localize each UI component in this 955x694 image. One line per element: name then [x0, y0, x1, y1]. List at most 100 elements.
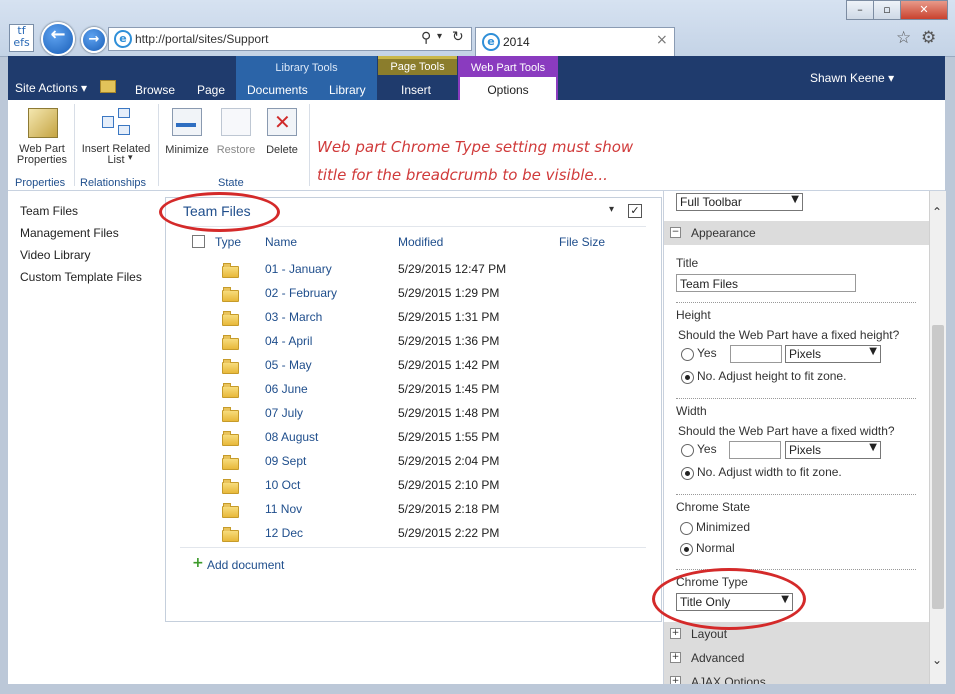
back-arrow-icon[interactable]: ←	[41, 22, 75, 56]
ribbon-tabs: Site Actions ▾ Browse Page Library Tools…	[8, 56, 945, 100]
height-no-radio[interactable]	[681, 371, 694, 384]
delete-button[interactable]: ✕ Delete	[259, 108, 305, 158]
dropdown-arrow-icon[interactable]: ▾	[437, 31, 442, 42]
search-icon[interactable]: ⚲	[421, 30, 431, 46]
toolbar-type-select[interactable]: Full Toolbar ▼	[676, 193, 803, 211]
tab-close-icon[interactable]: ×	[656, 32, 668, 48]
address-bar[interactable]: e http://portal/sites/Support ⚲ ▾ ↻	[108, 27, 472, 51]
minimize-button[interactable]: Minimize	[164, 108, 210, 158]
tab-library[interactable]: Library	[329, 83, 366, 97]
row-name[interactable]: 07 July	[265, 406, 303, 420]
ajax-section-header[interactable]: + AJAX Options	[664, 670, 929, 684]
row-modified: 5/29/2015 1:29 PM	[398, 286, 500, 300]
folder-icon	[222, 263, 239, 278]
favorites-star-icon[interactable]: ☆	[896, 28, 911, 48]
chrome-state-normal-radio[interactable]	[680, 543, 693, 556]
vertical-scrollbar[interactable]: ⌃ ⌄	[929, 191, 946, 684]
tab-options: Options	[487, 83, 529, 97]
height-value-input[interactable]	[730, 345, 782, 363]
width-yes-radio[interactable]	[681, 444, 694, 457]
site-actions-label: Site Actions	[15, 81, 78, 95]
scroll-down-icon[interactable]: ⌄	[932, 653, 942, 667]
tab-page[interactable]: Page	[197, 83, 225, 97]
table-row[interactable]: 01 - January 5/29/2015 12:47 PM	[166, 261, 656, 281]
folder-icon	[222, 431, 239, 446]
close-window-icon[interactable]: ✕	[900, 0, 948, 20]
ie-icon: e	[114, 30, 132, 48]
advanced-section-header[interactable]: + Advanced	[664, 646, 929, 670]
table-row[interactable]: 02 - February 5/29/2015 1:29 PM	[166, 285, 656, 305]
row-name[interactable]: 03 - March	[265, 310, 322, 324]
row-name[interactable]: 06 June	[265, 382, 308, 396]
add-document-link[interactable]: Add document	[207, 558, 284, 572]
ie-icon: e	[482, 33, 500, 51]
row-name[interactable]: 10 Oct	[265, 478, 300, 492]
title-input[interactable]: Team Files	[676, 274, 856, 292]
tab-documents[interactable]: Documents	[247, 83, 308, 97]
row-name[interactable]: 04 - April	[265, 334, 312, 348]
refresh-icon[interactable]: ↻	[452, 29, 464, 45]
title-label: Title	[676, 256, 699, 270]
web-part-select-checkbox[interactable]: ✓	[628, 204, 642, 218]
row-name[interactable]: 05 - May	[265, 358, 312, 372]
table-row[interactable]: 04 - April 5/29/2015 1:36 PM	[166, 333, 656, 353]
toolbar-type-value: Full Toolbar	[680, 195, 742, 209]
user-menu[interactable]: Shawn Keene ▾	[810, 71, 894, 85]
row-name[interactable]: 08 August	[265, 430, 318, 444]
table-row[interactable]: 10 Oct 5/29/2015 2:10 PM	[166, 477, 656, 497]
maximize-window-icon[interactable]: ▫	[873, 0, 901, 20]
scroll-thumb[interactable]	[932, 325, 944, 609]
gear-icon[interactable]: ⚙	[921, 28, 936, 48]
table-row[interactable]: 11 Nov 5/29/2015 2:18 PM	[166, 501, 656, 521]
table-row[interactable]: 12 Dec 5/29/2015 2:22 PM	[166, 525, 656, 545]
folder-icon	[222, 503, 239, 518]
row-name[interactable]: 12 Dec	[265, 526, 303, 540]
tab-insert[interactable]: Insert	[401, 83, 431, 97]
insert-related-list-button[interactable]: Insert Related List ▾	[78, 108, 154, 170]
width-value-input[interactable]	[729, 441, 781, 459]
folder-icon	[222, 455, 239, 470]
table-row[interactable]: 09 Sept 5/29/2015 2:04 PM	[166, 453, 656, 473]
group-relationships: Relationships	[80, 177, 147, 189]
row-name[interactable]: 02 - February	[265, 286, 337, 300]
highlight-ellipse-chrome-type	[652, 568, 806, 630]
chrome-state-minimized-radio[interactable]	[680, 522, 693, 535]
navigate-up-icon[interactable]	[100, 80, 116, 93]
appearance-section-header[interactable]: − Appearance	[664, 221, 929, 245]
row-name[interactable]: 11 Nov	[265, 502, 302, 516]
table-row[interactable]: 07 July 5/29/2015 1:48 PM	[166, 405, 656, 425]
row-name[interactable]: 09 Sept	[265, 454, 306, 468]
height-yes-radio[interactable]	[681, 348, 694, 361]
web-part-menu-icon[interactable]: ▾	[609, 204, 614, 215]
width-no-radio[interactable]	[681, 467, 694, 480]
table-row[interactable]: 08 August 5/29/2015 1:55 PM	[166, 429, 656, 449]
table-row[interactable]: 05 - May 5/29/2015 1:42 PM	[166, 357, 656, 377]
row-name[interactable]: 01 - January	[265, 262, 332, 276]
scroll-up-icon[interactable]: ⌃	[932, 205, 942, 219]
nav-management-files[interactable]: Management Files	[20, 226, 119, 240]
minimize-window-icon[interactable]: –	[846, 0, 874, 20]
select-all-checkbox[interactable]	[192, 235, 205, 248]
tab-options-active[interactable]: Options	[460, 77, 556, 100]
height-unit-select[interactable]: Pixels ▼	[785, 345, 881, 363]
column-type[interactable]: Type	[215, 235, 241, 249]
forward-arrow-icon[interactable]: →	[81, 27, 107, 53]
column-modified[interactable]: Modified	[398, 235, 443, 249]
site-actions-menu[interactable]: Site Actions ▾	[15, 81, 87, 95]
library-tools-label: Library Tools	[275, 62, 338, 74]
restore-button[interactable]: Restore	[213, 108, 259, 158]
nav-custom-template-files[interactable]: Custom Template Files	[20, 270, 142, 284]
folder-icon	[222, 479, 239, 494]
table-row[interactable]: 06 June 5/29/2015 1:45 PM	[166, 381, 656, 401]
nav-video-library[interactable]: Video Library	[20, 248, 91, 262]
table-row[interactable]: 03 - March 5/29/2015 1:31 PM	[166, 309, 656, 329]
width-unit-select[interactable]: Pixels ▼	[785, 441, 881, 459]
page-tools-group: Page Tools Insert	[378, 56, 457, 100]
web-part-properties-button[interactable]: Web Part Properties	[14, 108, 70, 170]
width-yes-label: Yes	[697, 442, 717, 456]
column-name[interactable]: Name	[265, 235, 297, 249]
browser-tab[interactable]: e 2014 ×	[475, 27, 675, 56]
column-file-size[interactable]: File Size	[559, 235, 605, 249]
tab-browse[interactable]: Browse	[135, 83, 175, 97]
nav-team-files[interactable]: Team Files	[20, 204, 78, 218]
